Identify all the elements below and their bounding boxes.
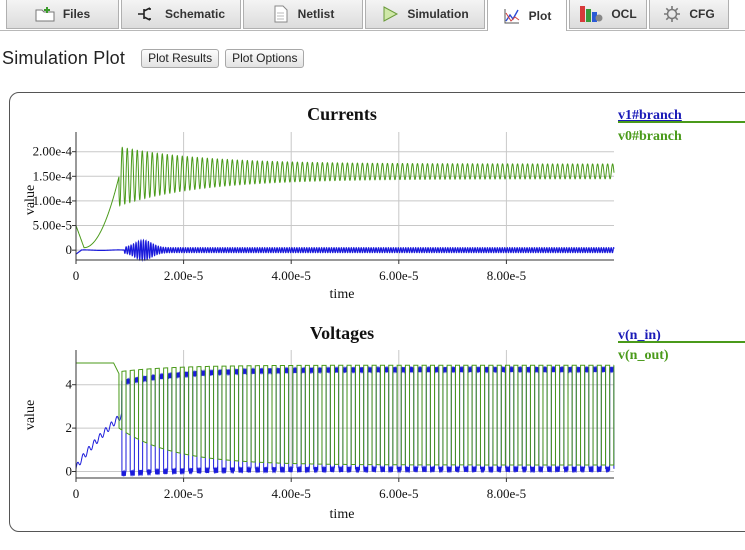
x-tick-label: 8.00e-5 — [487, 486, 526, 501]
chart-title-voltages: Voltages — [310, 323, 374, 343]
legend-label: v(n_in) — [618, 328, 661, 343]
legend-currents: v1#branch v0#branch — [618, 108, 745, 144]
legend-label: v0#branch — [618, 129, 682, 144]
x-tick-label: 4.00e-5 — [272, 486, 311, 501]
x-axis-label: time — [330, 287, 355, 302]
x-tick-label: 0 — [73, 486, 80, 501]
y-tick-label: 0 — [66, 242, 73, 257]
y-tick-label: 2.00e-4 — [33, 144, 73, 159]
chart-title-currents: Currents — [307, 104, 377, 124]
y-tick-label: 0 — [66, 463, 73, 478]
legend-label: v(n_out) — [618, 348, 669, 363]
y-tick-label: 5.00e-5 — [33, 218, 72, 233]
legend-voltages: v(n_in) v(n_out) — [618, 328, 745, 363]
y-axis-label: value — [23, 400, 38, 430]
chart-currents: 0 2.00e-5 4.00e-5 6.00e-5 8.00e-5 0 5.00e-5 1.0… — [33, 132, 615, 283]
x-tick-label: 0 — [73, 268, 80, 283]
legend-label: v1#branch — [618, 108, 682, 123]
plots-canvas: Currents 0 2.00e-5 4.00e-5 6.00e-5 8.00e-5 0 5… — [23, 104, 745, 522]
chart-voltages: 0 2.00e-5 4.00e-5 6.00e-5 8.00e-5 0 2 4 — [66, 350, 615, 501]
x-axis-label: time — [330, 507, 355, 522]
x-tick-label: 8.00e-5 — [487, 268, 526, 283]
y-tick-label: 1.00e-4 — [33, 193, 73, 208]
y-tick-label: 4 — [66, 377, 73, 392]
y-tick-label: 2 — [66, 420, 73, 435]
y-tick-label: 1.50e-4 — [33, 168, 73, 183]
x-tick-label: 6.00e-5 — [379, 486, 418, 501]
x-tick-label: 6.00e-5 — [379, 268, 418, 283]
x-tick-label: 2.00e-5 — [164, 486, 203, 501]
x-tick-label: 2.00e-5 — [164, 268, 203, 283]
x-tick-label: 4.00e-5 — [272, 268, 311, 283]
y-axis-label: value — [23, 185, 38, 215]
